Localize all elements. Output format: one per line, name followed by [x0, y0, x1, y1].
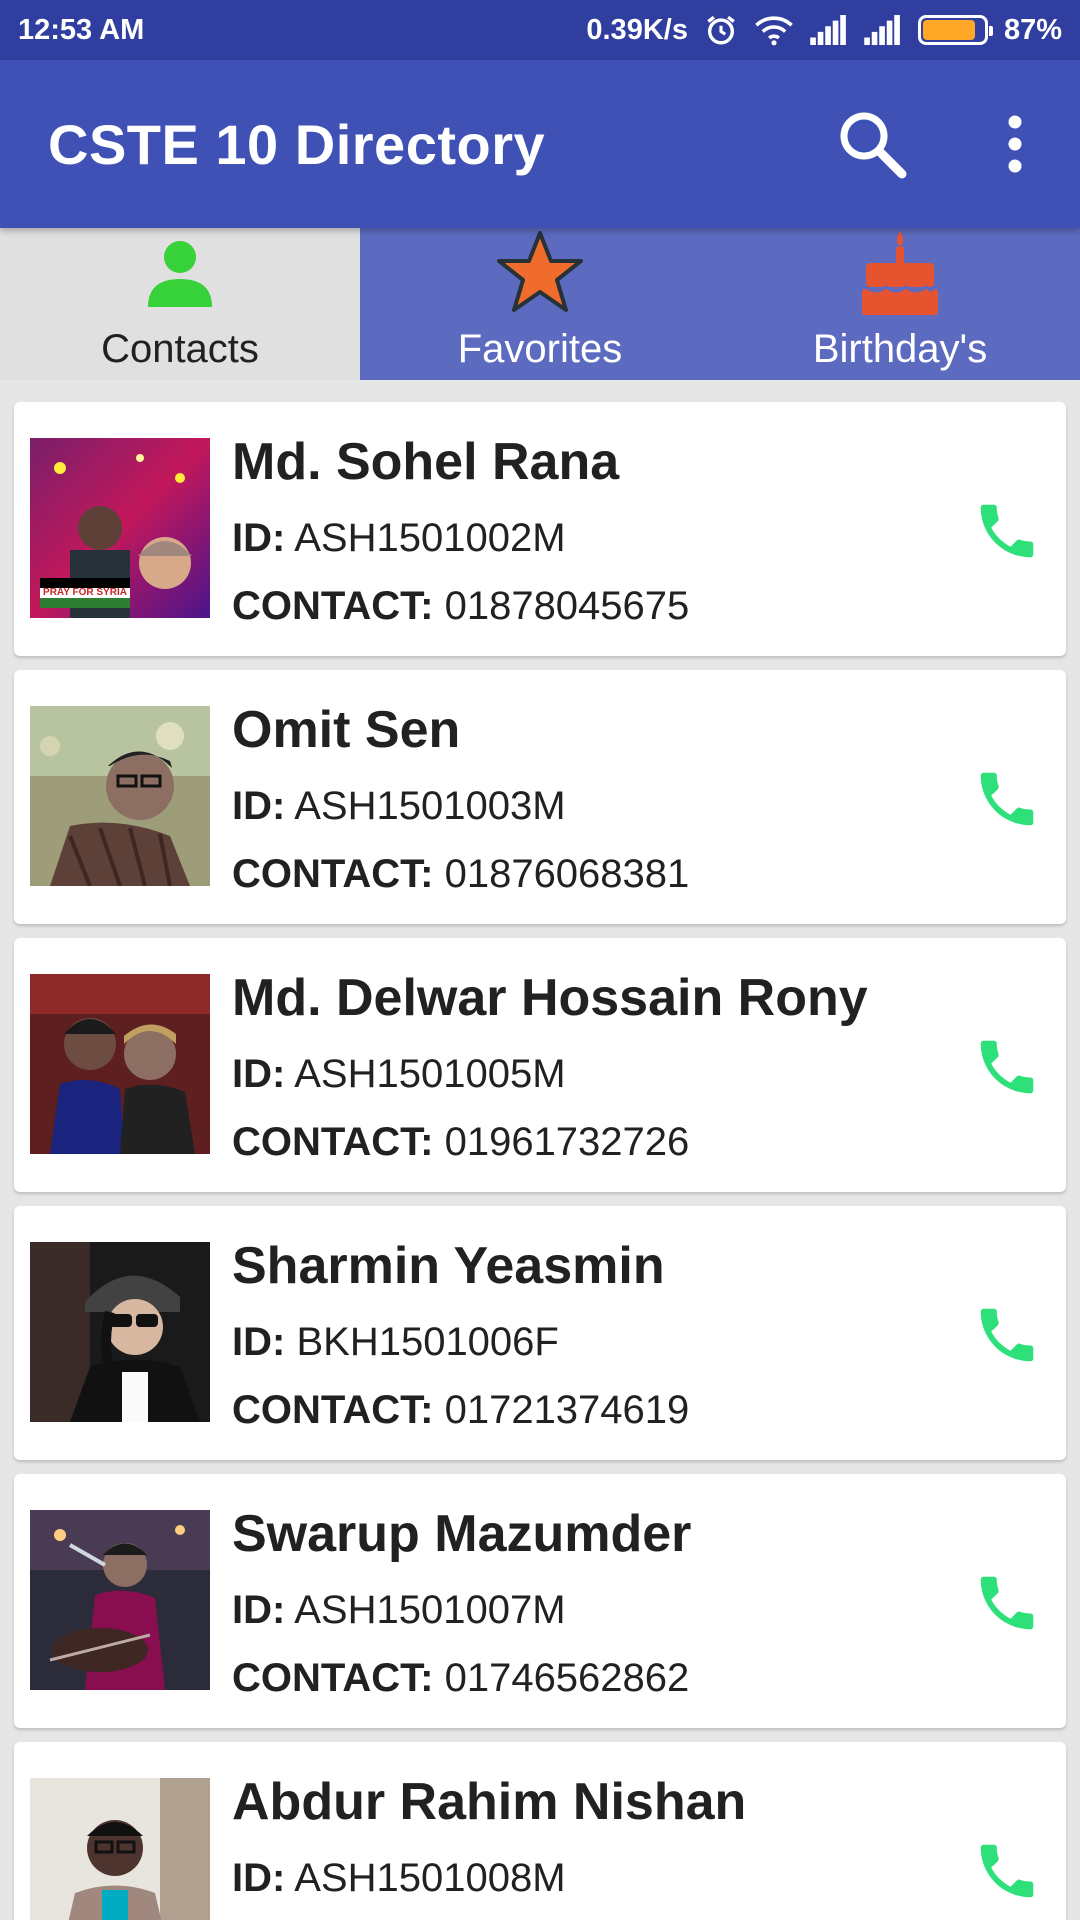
contact-name: Sharmin Yeasmin: [232, 1237, 665, 1295]
contact-label: CONTACT:: [232, 1388, 434, 1432]
call-icon[interactable]: [972, 496, 1042, 566]
contact-id: BKH1501006F: [296, 1320, 559, 1364]
cake-icon: [860, 229, 940, 315]
contact-phone: 01961732726: [444, 1120, 690, 1164]
wifi-icon: [754, 14, 794, 46]
contact-info: Sharmin Yeasmin ID: BKH1501006F CONTACT:…: [232, 1232, 946, 1436]
contact-info: Md. Delwar Hossain Rony ID: ASH1501005M …: [232, 964, 946, 1168]
contact-card[interactable]: Swarup Mazumder ID: ASH1501007M CONTACT:…: [14, 1474, 1066, 1728]
tab-favorites[interactable]: Favorites: [360, 228, 720, 380]
contact-phone: 01878045675: [444, 584, 690, 628]
more-vert-icon[interactable]: [990, 112, 1040, 176]
contact-label: CONTACT:: [232, 852, 434, 896]
contact-label: CONTACT:: [232, 584, 434, 628]
contact-phone-row: CONTACT: 01721374619: [232, 1384, 946, 1436]
avatar: [30, 706, 210, 886]
contact-id: ASH1501008M: [294, 1856, 566, 1900]
contact-info: Md. Sohel Rana ID: ASH1501002M CONTACT: …: [232, 428, 946, 632]
contact-phone: 01746562862: [444, 1656, 690, 1700]
id-label: ID:: [232, 784, 286, 828]
tab-label: Contacts: [101, 327, 259, 371]
contact-info: Abdur Rahim Nishan ID: ASH1501008M: [232, 1768, 946, 1904]
contact-phone-row: CONTACT: 01961732726: [232, 1116, 946, 1168]
search-icon[interactable]: [832, 104, 912, 184]
contact-id: ASH1501002M: [294, 516, 566, 560]
contact-card[interactable]: PRAY FOR SYRIA Md. Sohel Rana ID: ASH150…: [14, 402, 1066, 656]
contact-list[interactable]: PRAY FOR SYRIA Md. Sohel Rana ID: ASH150…: [0, 380, 1080, 1920]
contact-id-row: ID: ASH1501007M: [232, 1584, 946, 1636]
contact-phone-row: CONTACT: 01746562862: [232, 1652, 946, 1704]
avatar: PRAY FOR SYRIA: [30, 438, 210, 618]
contact-card[interactable]: Sharmin Yeasmin ID: BKH1501006F CONTACT:…: [14, 1206, 1066, 1460]
signal-icon: [810, 15, 848, 45]
battery-icon: [917, 15, 993, 45]
tab-label: Favorites: [457, 327, 623, 371]
contact-phone: 01876068381: [444, 852, 690, 896]
tab-contacts[interactable]: Contacts: [0, 228, 360, 380]
contact-info: Omit Sen ID: ASH1501003M CONTACT: 018760…: [232, 696, 946, 900]
tab-birthdays[interactable]: Birthday's: [720, 228, 1080, 380]
contact-phone: 01721374619: [444, 1388, 690, 1432]
contact-id: ASH1501007M: [294, 1588, 566, 1632]
contact-label: CONTACT:: [232, 1656, 434, 1700]
call-icon[interactable]: [972, 764, 1042, 834]
contact-id: ASH1501005M: [294, 1052, 566, 1096]
call-icon[interactable]: [972, 1300, 1042, 1370]
status-bar: 12:53 AM 0.39K/s 87%: [0, 0, 1080, 60]
status-time: 12:53 AM: [18, 13, 145, 46]
battery-percent: 87%: [1003, 13, 1062, 46]
contact-name: Md. Sohel Rana: [232, 433, 620, 491]
app-bar: CSTE 10 Directory: [0, 60, 1080, 228]
signal-icon: [864, 15, 902, 45]
contact-name: Md. Delwar Hossain Rony: [232, 969, 868, 1027]
contact-id-row: ID: BKH1501006F: [232, 1316, 946, 1368]
contact-name: Swarup Mazumder: [232, 1505, 692, 1563]
id-label: ID:: [232, 1856, 286, 1900]
battery-level: [922, 20, 976, 40]
svg-text:PRAY FOR SYRIA: PRAY FOR SYRIA: [43, 587, 127, 598]
id-label: ID:: [232, 1588, 286, 1632]
contact-card[interactable]: Md. Delwar Hossain Rony ID: ASH1501005M …: [14, 938, 1066, 1192]
person-icon: [145, 229, 215, 315]
contact-id: ASH1501003M: [294, 784, 566, 828]
avatar: [30, 1242, 210, 1422]
tab-bar: Contacts Favorites Birthday's: [0, 228, 1080, 380]
contact-phone-row: CONTACT: 01878045675: [232, 580, 946, 632]
id-label: ID:: [232, 516, 286, 560]
contact-name: Abdur Rahim Nishan: [232, 1773, 747, 1831]
call-icon[interactable]: [972, 1032, 1042, 1102]
contact-phone-row: CONTACT: 01876068381: [232, 848, 946, 900]
id-label: ID:: [232, 1320, 286, 1364]
contact-name: Omit Sen: [232, 701, 461, 759]
contact-label: CONTACT:: [232, 1120, 434, 1164]
avatar: [30, 1778, 210, 1920]
avatar: [30, 974, 210, 1154]
star-icon: [497, 229, 583, 315]
app-title: CSTE 10 Directory: [48, 112, 546, 176]
avatar: [30, 1510, 210, 1690]
contact-id-row: ID: ASH1501002M: [232, 512, 946, 564]
call-icon[interactable]: [972, 1836, 1042, 1906]
contact-card[interactable]: Omit Sen ID: ASH1501003M CONTACT: 018760…: [14, 670, 1066, 924]
network-speed: 0.39K/s: [586, 13, 688, 46]
contact-id-row: ID: ASH1501008M: [232, 1852, 946, 1904]
contact-id-row: ID: ASH1501005M: [232, 1048, 946, 1100]
id-label: ID:: [232, 1052, 286, 1096]
contact-id-row: ID: ASH1501003M: [232, 780, 946, 832]
call-icon[interactable]: [972, 1568, 1042, 1638]
contact-info: Swarup Mazumder ID: ASH1501007M CONTACT:…: [232, 1500, 946, 1704]
tab-label: Birthday's: [812, 327, 988, 371]
contact-card[interactable]: Abdur Rahim Nishan ID: ASH1501008M: [14, 1742, 1066, 1920]
alarm-icon: [704, 13, 738, 47]
